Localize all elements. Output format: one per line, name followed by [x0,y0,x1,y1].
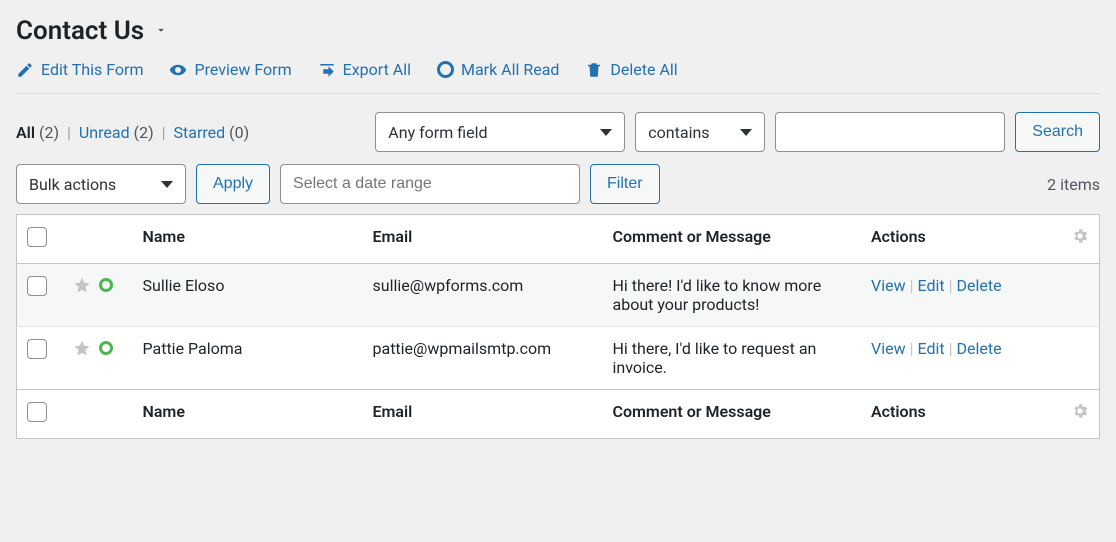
filter-bar: All (2) | Unread (2) | Starred (0) Any f… [16,94,1100,158]
page-title-row: Contact Us [16,16,1100,46]
filter-starred-count: (0) [229,123,249,142]
search-value-input[interactable] [775,112,1005,152]
export-all-link[interactable]: Export All [318,60,411,79]
read-indicator-icon[interactable] [99,341,113,355]
filter-all-count: (2) [39,123,59,142]
bulk-actions-select[interactable]: Bulk actions [16,164,186,204]
column-email[interactable]: Email [363,390,603,439]
status-filters: All (2) | Unread (2) | Starred (0) [16,123,249,142]
entry-name: Pattie Paloma [133,327,363,390]
filter-button[interactable]: Filter [590,164,660,204]
entries-table: Name Email Comment or Message Actions Su… [16,214,1100,439]
search-button[interactable]: Search [1015,112,1100,152]
chevron-down-icon [740,129,752,136]
entry-email: pattie@wpmailsmtp.com [363,327,603,390]
delete-all-link[interactable]: Delete All [585,60,677,79]
row-checkbox[interactable] [27,276,47,296]
column-name[interactable]: Name [133,215,363,264]
table-footer-row: Name Email Comment or Message Actions [17,390,1100,439]
edit-link[interactable]: Edit [918,276,945,295]
mark-all-read-link[interactable]: Mark All Read [437,60,559,79]
gear-icon[interactable] [1071,402,1089,420]
circle-icon [437,61,454,78]
column-actions: Actions [861,215,1061,264]
entry-message: Hi there, I'd like to request an invoice… [603,327,862,390]
column-name[interactable]: Name [133,390,363,439]
entry-name: Sullie Eloso [133,264,363,327]
filter-all[interactable]: All [16,123,35,142]
table-row: Pattie Paloma pattie@wpmailsmtp.com Hi t… [17,327,1100,390]
gear-icon[interactable] [1071,227,1089,245]
column-email[interactable]: Email [363,215,603,264]
toolbar-label: Edit This Form [41,60,143,79]
row-checkbox[interactable] [27,339,47,359]
trash-icon [585,61,603,79]
star-icon[interactable] [73,276,91,294]
table-row: Sullie Eloso sullie@wpforms.com Hi there… [17,264,1100,327]
star-icon[interactable] [73,339,91,357]
table-actions-row: Bulk actions Apply Filter 2 items [16,158,1100,214]
filter-unread-count: (2) [134,123,154,142]
date-range-input[interactable] [280,164,580,204]
toolbar-label: Export All [343,60,411,79]
column-message[interactable]: Comment or Message [603,215,862,264]
chevron-down-icon[interactable] [154,22,168,41]
preview-form-link[interactable]: Preview Form [169,60,291,79]
search-field-selected: Any form field [388,123,487,142]
chevron-down-icon [161,181,173,188]
page-title: Contact Us [16,16,144,46]
toolbar-label: Preview Form [194,60,291,79]
delete-link[interactable]: Delete [957,339,1002,358]
filter-unread[interactable]: Unread [79,123,130,142]
apply-button[interactable]: Apply [196,164,270,204]
toolbar-label: Delete All [610,60,677,79]
entry-message: Hi there! I'd like to know more about yo… [603,264,862,327]
search-field-select[interactable]: Any form field [375,112,625,152]
edit-link[interactable]: Edit [918,339,945,358]
separator: | [67,123,71,142]
delete-link[interactable]: Delete [957,276,1002,295]
toolbar-label: Mark All Read [461,60,559,79]
bulk-action-selected: Bulk actions [29,175,116,194]
view-link[interactable]: View [871,339,906,358]
separator: | [162,123,166,142]
read-indicator-icon[interactable] [99,278,113,292]
edit-this-form-link[interactable]: Edit This Form [16,60,143,79]
search-operator-selected: contains [648,123,709,142]
export-icon [318,61,336,79]
filter-starred[interactable]: Starred [174,123,226,142]
select-all-checkbox-footer[interactable] [27,402,47,422]
select-all-checkbox[interactable] [27,227,47,247]
view-link[interactable]: View [871,276,906,295]
table-header-row: Name Email Comment or Message Actions [17,215,1100,264]
eye-icon [169,61,187,79]
form-toolbar: Edit This Form Preview Form Export All M… [16,60,1100,79]
search-operator-select[interactable]: contains [635,112,765,152]
chevron-down-icon [600,129,612,136]
column-message[interactable]: Comment or Message [603,390,862,439]
column-actions: Actions [861,390,1061,439]
entry-email: sullie@wpforms.com [363,264,603,327]
pencil-icon [16,61,34,79]
items-count: 2 items [1047,175,1100,194]
